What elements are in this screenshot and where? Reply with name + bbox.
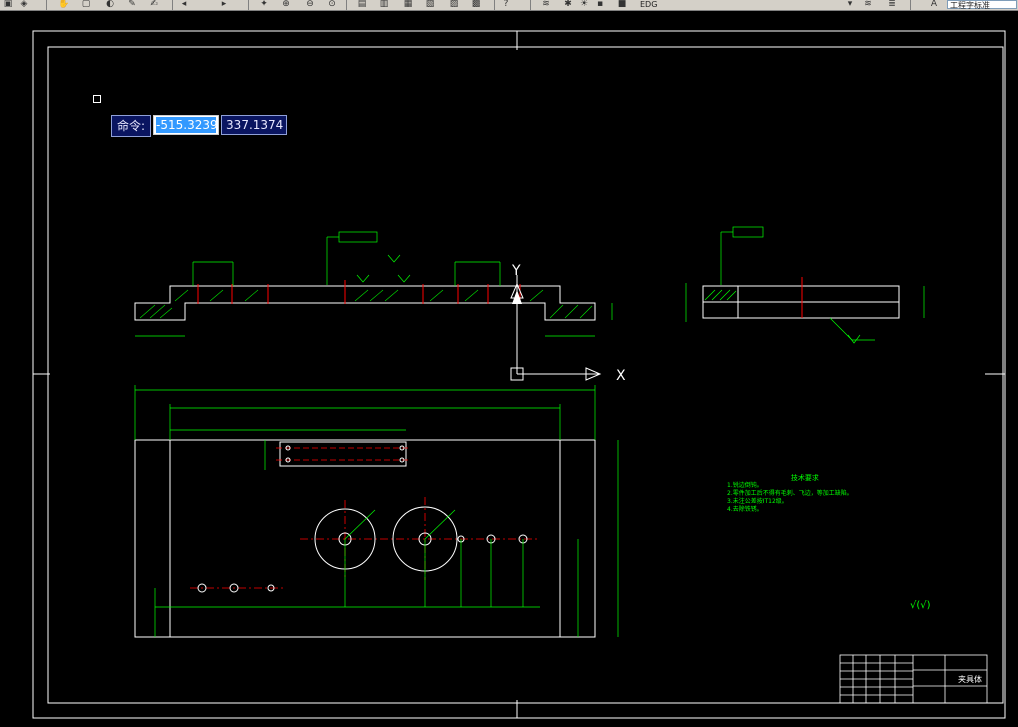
- zoom-window-icon[interactable]: ✦: [258, 0, 270, 9]
- technical-requirements: 技术要求 1.锐边倒钝。 2.零件加工后不得有毛刺、飞边，等加工缺陷。 3.未注…: [727, 474, 853, 514]
- toolbar-divider: [46, 0, 47, 10]
- surface-roughness-symbol: √(√): [910, 600, 931, 611]
- notes-title: 技术要求: [790, 474, 819, 482]
- save-icon[interactable]: ◈: [18, 0, 30, 9]
- note-item: 2.零件加工后不得有毛刺、飞边，等加工缺陷。: [727, 490, 853, 497]
- zoom-in-icon[interactable]: ⊕: [280, 0, 292, 9]
- layer-properties-icon[interactable]: ≋: [540, 0, 552, 9]
- toolbar-divider: [910, 0, 911, 10]
- ucs-y-label: Y: [511, 263, 521, 279]
- front-section-view: [134, 231, 613, 337]
- layer-color-icon[interactable]: ■: [616, 0, 628, 9]
- inner-border: [47, 46, 1004, 704]
- dynamic-input[interactable]: 命令: -515.3239 337.1374: [111, 115, 288, 137]
- command-prompt-label: 命令:: [111, 115, 152, 137]
- toolbar-divider: [248, 0, 249, 10]
- side-view: [685, 226, 925, 344]
- layer-sun-icon[interactable]: ☀: [578, 0, 590, 9]
- table-icon[interactable]: ▩: [470, 0, 482, 9]
- layer-bulb-icon[interactable]: ✱: [562, 0, 574, 9]
- plan-view: [134, 385, 619, 638]
- help-icon[interactable]: ?: [500, 0, 512, 9]
- pan-icon[interactable]: ✋: [58, 0, 70, 9]
- open-icon[interactable]: ▣: [2, 0, 14, 9]
- text-style-icon[interactable]: A: [928, 0, 940, 9]
- redo-icon[interactable]: ▸: [218, 0, 230, 9]
- chevron-down-icon[interactable]: ▾: [844, 0, 856, 9]
- note-item: 3.未注公差按IT12级。: [727, 498, 788, 505]
- zoom-extents-icon[interactable]: ⊙: [326, 0, 338, 9]
- text-style-combo[interactable]: 工程字标准: [947, 0, 1017, 10]
- layer-previous-icon[interactable]: ≋: [862, 0, 874, 9]
- toolbar-divider: [494, 0, 495, 10]
- coordinate-y-input[interactable]: 337.1374: [221, 115, 288, 135]
- tool-palette-icon[interactable]: ▥: [378, 0, 390, 9]
- coordinate-x-value: -515.3239: [156, 117, 217, 133]
- coordinate-x-input[interactable]: -515.3239: [153, 115, 220, 135]
- note-item: 4.去除铁锈。: [727, 506, 763, 513]
- layer-lock-icon[interactable]: ▪: [594, 0, 606, 9]
- undo-icon[interactable]: ◂: [178, 0, 190, 9]
- layer-dropdown[interactable]: EDG: [640, 0, 657, 9]
- ucs-x-label: X: [616, 368, 626, 384]
- toolbar-divider: [346, 0, 347, 10]
- match-properties-icon[interactable]: ✎: [126, 0, 138, 9]
- quickcalc-icon[interactable]: ▨: [448, 0, 460, 9]
- ucs-icon: [510, 275, 602, 381]
- pickbox-cursor: [93, 95, 101, 103]
- zoom-realtime-icon[interactable]: ▢: [80, 0, 92, 9]
- note-item: 1.锐边倒钝。: [727, 482, 763, 489]
- standard-toolbar: ▣ ◈ ✋ ▢ ◐ ✎ ✍ ◂ ▸ ✦ ⊕ ⊖ ⊙ ▤ ▥ ▦ ▧ ▨ ▩ ? …: [0, 0, 1018, 11]
- title-block-part-name: 夹具体: [958, 674, 982, 684]
- toolbar-divider: [172, 0, 173, 10]
- sheet-set-icon[interactable]: ▦: [402, 0, 414, 9]
- layer-state-icon[interactable]: ≣: [886, 0, 898, 9]
- design-center-icon[interactable]: ▤: [356, 0, 368, 9]
- zoom-previous-icon[interactable]: ⊖: [304, 0, 316, 9]
- properties-icon[interactable]: ◐: [104, 0, 116, 9]
- toolbar-divider: [530, 0, 531, 10]
- paint-icon[interactable]: ✍: [148, 0, 160, 9]
- markup-icon[interactable]: ▧: [424, 0, 436, 9]
